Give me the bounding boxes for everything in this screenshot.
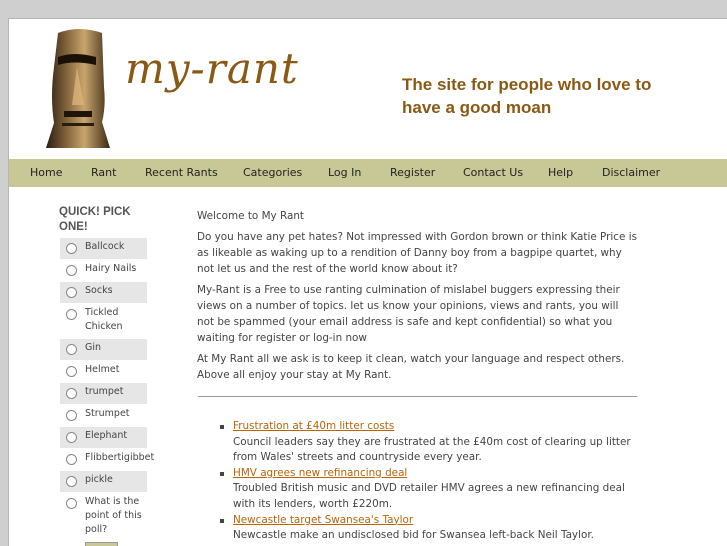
news-description: Newcastle make an undisclosed bid for Sw… xyxy=(233,529,594,542)
main-content: Welcome to My Rant Do you have any pet h… xyxy=(197,208,637,388)
news-description: Council leaders say they are frustrated … xyxy=(233,435,631,464)
news-list: Frustration at £40m litter costs Council… xyxy=(220,419,643,544)
nav-recent-rants[interactable]: Recent Rants xyxy=(145,166,218,179)
news-link[interactable]: Frustration at £40m litter costs xyxy=(233,420,394,432)
news-link[interactable]: Newcastle target Swansea's Taylor xyxy=(233,514,413,526)
poll-option[interactable]: Elephant xyxy=(60,427,147,448)
nav-categories[interactable]: Categories xyxy=(243,166,302,179)
poll-option[interactable]: Tickled Chicken xyxy=(60,304,147,338)
poll-option[interactable]: Strumpet xyxy=(60,405,147,426)
radio-button[interactable] xyxy=(66,454,77,465)
radio-button[interactable] xyxy=(66,410,77,421)
bullet-icon xyxy=(220,471,224,476)
poll-option-label: Tickled Chicken xyxy=(85,307,123,332)
poll-option-label: Hairy Nails xyxy=(85,263,137,274)
poll-option[interactable]: trumpet xyxy=(60,383,147,404)
poll-option-label: trumpet xyxy=(85,386,124,397)
radio-button[interactable] xyxy=(66,344,77,355)
poll-option-label: Ballcock xyxy=(85,241,125,252)
poll-title: QUICK! PICK ONE! xyxy=(59,206,131,233)
divider xyxy=(198,396,637,397)
radio-button[interactable] xyxy=(66,287,77,298)
radio-button[interactable] xyxy=(66,388,77,399)
poll-option[interactable]: Flibbertigibbet xyxy=(60,449,155,470)
radio-button[interactable] xyxy=(66,265,77,276)
poll-option-label: Flibbertigibbet xyxy=(85,452,155,463)
poll-vote-button[interactable] xyxy=(85,542,118,546)
intro-paragraph: Do you have any pet hates? Not impressed… xyxy=(197,231,637,275)
news-item: Newcastle target Swansea's Taylor Newcas… xyxy=(220,513,643,544)
rules-paragraph: At My Rant all we ask is to keep it clea… xyxy=(197,353,625,381)
news-item: Frustration at £40m litter costs Council… xyxy=(220,419,643,466)
news-item: HMV agrees new refinancing deal Troubled… xyxy=(220,466,643,513)
nav-log-in[interactable]: Log In xyxy=(328,166,361,179)
radio-button[interactable] xyxy=(66,243,77,254)
site-tagline: The site for people who love to have a g… xyxy=(402,75,652,117)
nav-help[interactable]: Help xyxy=(548,166,573,179)
moai-head-icon xyxy=(46,29,110,148)
about-paragraph: My-Rant is a Free to use ranting culmina… xyxy=(197,284,620,344)
nav-home[interactable]: Home xyxy=(30,166,62,179)
poll-option[interactable]: Gin xyxy=(60,339,147,360)
main-nav: Home Rant Recent Rants Categories Log In… xyxy=(9,159,727,187)
news-link[interactable]: HMV agrees new refinancing deal xyxy=(233,467,407,479)
news-description: Troubled British music and DVD retailer … xyxy=(233,482,625,510)
poll-option-label: Socks xyxy=(85,285,113,296)
radio-button[interactable] xyxy=(66,309,77,320)
poll-option-label: Elephant xyxy=(85,430,128,441)
poll-option-label: Strumpet xyxy=(85,408,130,419)
nav-rant[interactable]: Rant xyxy=(91,166,116,179)
poll-option[interactable]: Ballcock xyxy=(60,238,147,259)
nav-disclaimer[interactable]: Disclaimer xyxy=(602,166,660,179)
radio-button[interactable] xyxy=(66,432,77,443)
radio-button[interactable] xyxy=(66,498,77,509)
poll-option-label: Helmet xyxy=(85,364,120,375)
poll-option[interactable]: pickle xyxy=(60,471,147,492)
bullet-icon xyxy=(220,518,224,523)
poll-option-label: What is the point of this poll? xyxy=(85,496,142,535)
page: my-rant The site for people who love to … xyxy=(8,18,727,546)
bullet-icon xyxy=(220,425,224,429)
radio-button[interactable] xyxy=(66,476,77,487)
poll-option[interactable]: Helmet xyxy=(60,361,147,382)
poll-option-label: Gin xyxy=(85,342,102,353)
nav-register[interactable]: Register xyxy=(390,166,435,179)
radio-button[interactable] xyxy=(66,366,77,377)
nav-contact-us[interactable]: Contact Us xyxy=(463,166,523,179)
site-logo-text[interactable]: my-rant xyxy=(125,44,299,93)
welcome-text: Welcome to My Rant xyxy=(197,210,305,222)
poll-option[interactable]: Hairy Nails xyxy=(60,260,147,281)
poll-option-label: pickle xyxy=(85,474,113,485)
poll-option[interactable]: What is the point of this poll? xyxy=(60,493,147,539)
poll-option[interactable]: Socks xyxy=(60,282,147,303)
